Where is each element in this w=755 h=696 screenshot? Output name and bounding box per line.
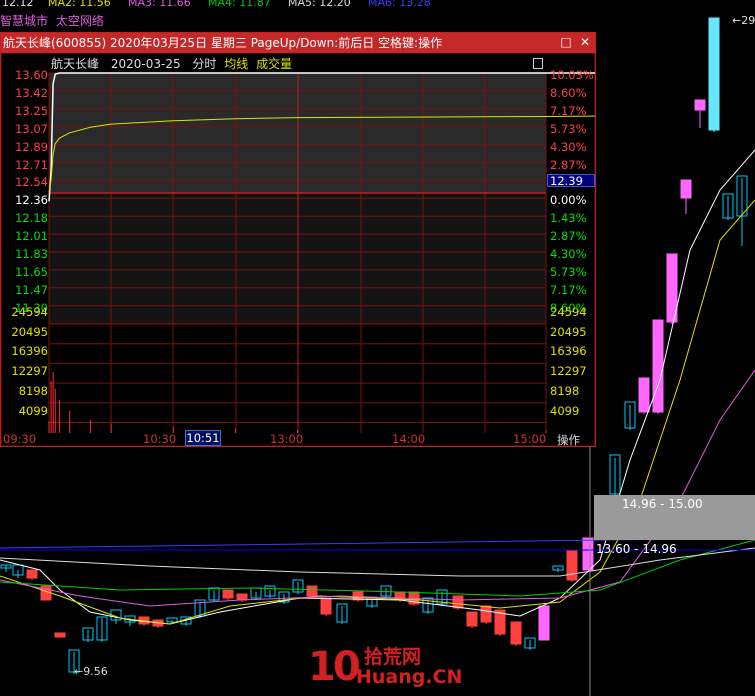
legend-volume: 成交量 bbox=[256, 57, 293, 71]
time-tick-label: 09:30 bbox=[3, 432, 37, 446]
candle-body bbox=[582, 537, 594, 571]
close-icon[interactable]: ✕ bbox=[579, 36, 591, 48]
candle-body bbox=[652, 319, 664, 413]
popup-title: 航天长峰(600855) 2020年03月25日 星期三 PageUp/Down… bbox=[3, 36, 443, 50]
volume-tick-label: 12297 bbox=[11, 364, 48, 379]
price-tick-label: 12.18 bbox=[15, 211, 48, 226]
candle-body bbox=[694, 99, 706, 111]
popup-title-bar[interactable]: 航天长峰(600855) 2020年03月25日 星期三 PageUp/Down… bbox=[1, 33, 595, 53]
pct-tick-label: 4.30% bbox=[550, 139, 587, 154]
candle-body bbox=[480, 605, 492, 623]
candle-body bbox=[708, 17, 720, 131]
candle-body bbox=[54, 632, 66, 638]
volume-tick-label: 24594 bbox=[11, 305, 48, 319]
volume-tick-label: 20495 bbox=[550, 324, 587, 339]
time-tick-label: 15:00 bbox=[513, 432, 547, 446]
price-tick-label: 12.36 bbox=[15, 193, 48, 208]
price-tick-label: 11.65 bbox=[15, 264, 48, 279]
candle-body bbox=[236, 593, 248, 601]
pct-tick-label: 5.73% bbox=[550, 121, 587, 136]
ma-value-ma5: MA5: 12.20 bbox=[288, 0, 351, 9]
pct-tick-label: 2.87% bbox=[550, 157, 587, 172]
volume-tick-label: 8198 bbox=[18, 383, 48, 398]
pct-tick-label: 0.00% bbox=[550, 193, 587, 208]
volume-tick-label: 4099 bbox=[18, 403, 48, 418]
candle-body bbox=[320, 597, 332, 615]
volume-tick-label: 16396 bbox=[11, 344, 48, 359]
concept-tag[interactable]: 智慧城市 bbox=[0, 14, 48, 28]
price-tick-label: 11.47 bbox=[15, 282, 48, 297]
pct-tick-label: 2.87% bbox=[550, 229, 587, 244]
pct-tick-label: 8.60% bbox=[550, 85, 587, 100]
restore-icon[interactable]: □ bbox=[560, 36, 572, 48]
ma-indicator-bar: 12.12 MA2: 11.56 MA3: 11.66 MA4: 11.87 M… bbox=[0, 0, 755, 10]
current-price-tag: 12.39 bbox=[547, 174, 595, 188]
logo-en-text: Huang.CN bbox=[356, 666, 463, 688]
candle-body bbox=[466, 611, 478, 627]
pct-tick-label: 7.17% bbox=[550, 282, 587, 297]
chart-info-row: 航天长峰 2020-03-25 分时 均线 成交量 bbox=[51, 55, 300, 73]
price-tick-label: 13.42 bbox=[15, 85, 48, 100]
concept-tag[interactable]: 太空网络 bbox=[56, 14, 104, 28]
watermark-logo: 10 拾荒网 Huang.CN bbox=[308, 644, 462, 692]
price-tick-label: 12.01 bbox=[15, 229, 48, 244]
price-tick-label: 13.07 bbox=[15, 121, 48, 136]
volume-tick-label: 16396 bbox=[550, 344, 587, 359]
pct-tick-label: 7.17% bbox=[550, 103, 587, 118]
candle-body bbox=[566, 549, 578, 581]
price-tick-label: 12.71 bbox=[15, 157, 48, 172]
price-tick-label: 12.89 bbox=[15, 139, 48, 154]
range-label-upper: 14.96 - 15.00 bbox=[622, 497, 703, 511]
volume-tick-label: 8198 bbox=[550, 383, 580, 398]
low-marker: ←9.56 bbox=[74, 665, 108, 678]
intraday-chart bbox=[1, 53, 595, 446]
concept-tags: 智慧城市 太空网络 bbox=[0, 12, 108, 29]
chart-date: 2020-03-25 bbox=[110, 57, 181, 71]
price-tick-label: 12.54 bbox=[15, 175, 48, 190]
price-tick-label: 13.25 bbox=[15, 103, 48, 118]
candle-body bbox=[638, 377, 650, 413]
volume-tick-label: 4099 bbox=[550, 403, 580, 418]
candle-body bbox=[222, 589, 234, 599]
pct-tick-label: 10.03% bbox=[550, 68, 594, 82]
candle-body bbox=[538, 605, 550, 641]
pct-tick-label: 4.30% bbox=[550, 247, 587, 261]
operate-button[interactable]: 操作 bbox=[557, 432, 580, 448]
price-tick-label: 11.83 bbox=[15, 247, 48, 261]
ma-value-price: 12.12 bbox=[2, 0, 34, 9]
ma-value-ma2: MA2: 11.56 bbox=[48, 0, 111, 9]
high-marker: ←29.66 bbox=[732, 14, 755, 27]
volume-tick-label: 24594 bbox=[550, 305, 587, 319]
stock-name: 航天长峰 bbox=[51, 57, 100, 71]
time-tick-label: 10:30 bbox=[143, 432, 177, 446]
candle-body bbox=[452, 595, 464, 609]
time-tick-label: 13:00 bbox=[270, 432, 304, 446]
volume-tick-label: 20495 bbox=[11, 324, 48, 339]
logo-cn-text: 拾荒网 bbox=[364, 646, 422, 668]
candle-body bbox=[306, 585, 318, 597]
intraday-popup[interactable]: 航天长峰(600855) 2020年03月25日 星期三 PageUp/Down… bbox=[0, 32, 596, 447]
ma-value-ma6: MA6: 13.28 bbox=[368, 0, 431, 9]
price-tick-label: 13.60 bbox=[15, 68, 48, 82]
candle-body bbox=[680, 179, 692, 199]
pct-tick-label: 1.43% bbox=[550, 211, 587, 226]
chart-type: 分时 bbox=[192, 57, 217, 71]
menu-icon[interactable] bbox=[533, 58, 543, 69]
candle-body bbox=[510, 621, 522, 645]
ma-value-ma4: MA4: 11.87 bbox=[208, 0, 271, 9]
high-marker-value: 29.66 bbox=[741, 14, 755, 27]
time-tick-label: 14:00 bbox=[392, 432, 426, 446]
legend-avg: 均线 bbox=[224, 57, 249, 71]
pct-tick-label: 5.73% bbox=[550, 264, 587, 279]
volume-tick-label: 12297 bbox=[550, 364, 587, 379]
current-time-cursor: 10:51 bbox=[185, 430, 221, 446]
logo-number: 10 bbox=[308, 644, 361, 690]
low-marker-value: 9.56 bbox=[83, 665, 108, 678]
ma-value-ma3: MA3: 11.66 bbox=[128, 0, 191, 9]
candle-body bbox=[26, 569, 38, 579]
range-label-lower: 13.60 - 14.96 bbox=[596, 542, 677, 556]
